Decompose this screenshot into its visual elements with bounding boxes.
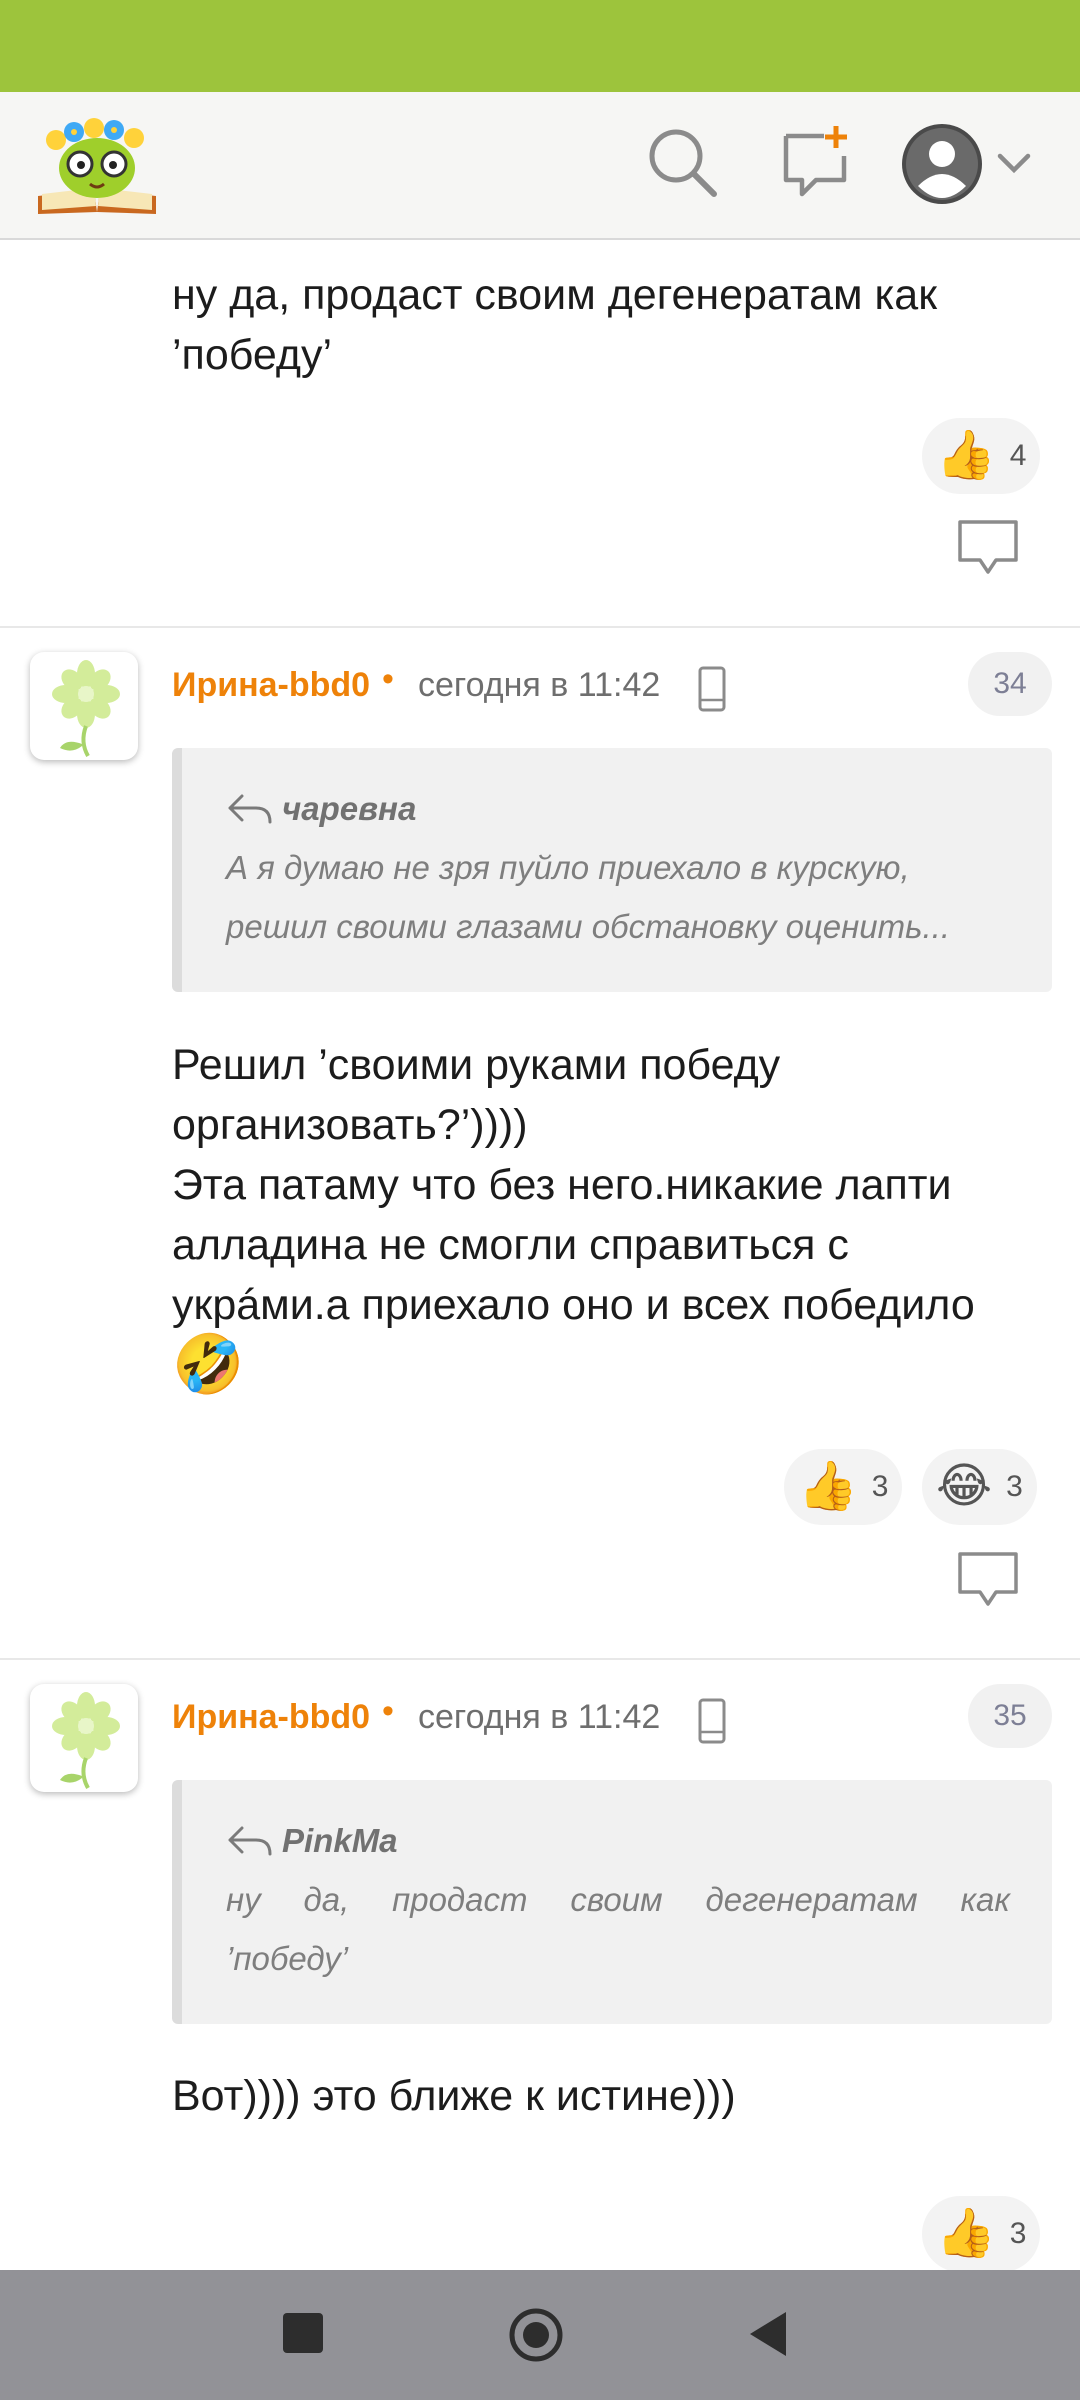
- comments-feed: ну да, продаст своим дегенератам как ’по…: [0, 240, 1080, 2270]
- reply-icon[interactable]: [956, 1550, 1020, 1610]
- post-text: ну да, продаст своим дегенератам как ’по…: [172, 271, 938, 379]
- divider: [0, 1658, 1080, 1660]
- reaction-count: 3: [871, 1470, 889, 1503]
- comment-author[interactable]: Ирина-bbd0: [172, 666, 370, 705]
- compose-message-icon[interactable]: [776, 122, 856, 202]
- mobile-phone-icon: [698, 666, 726, 712]
- thumbs-up-icon: 👍: [936, 429, 996, 482]
- comment-text: Вот)))) это ближе к истине))): [172, 2072, 736, 2120]
- quote-text: А я думаю не зря пуйло приехало в курску…: [226, 849, 951, 945]
- quote-author: PinkMa: [282, 1822, 398, 1859]
- rofl-emoji: 🤣: [172, 1332, 245, 1397]
- reaction-count: 4: [1009, 439, 1027, 472]
- avatar[interactable]: [30, 1684, 138, 1792]
- reaction-like[interactable]: 👍 3: [922, 2196, 1041, 2270]
- comment-timestamp: сегодня в 11:42: [418, 666, 661, 704]
- reply-arrow-icon: [228, 794, 272, 824]
- comment-author[interactable]: Ирина-bbd0: [172, 1698, 370, 1737]
- recent-apps-icon[interactable]: [283, 2313, 323, 2353]
- tears-of-joy-icon: 😂: [936, 1460, 993, 1513]
- home-icon[interactable]: [508, 2307, 564, 2363]
- back-icon[interactable]: [746, 2310, 790, 2358]
- book-logo-icon[interactable]: [34, 110, 160, 222]
- reaction-count: 3: [1009, 2217, 1027, 2250]
- reaction-count: 3: [1006, 1470, 1023, 1503]
- status-bar: [0, 0, 1080, 92]
- divider: [0, 626, 1080, 628]
- quote-block[interactable]: PinkMa ну да, продаст своим дегенератам …: [172, 1780, 1052, 2024]
- separator-dot: •: [382, 660, 394, 698]
- reaction-laugh[interactable]: 😂 3: [922, 1449, 1037, 1525]
- comment-number: 34: [968, 652, 1052, 716]
- quote-text: ну да, продаст своим дегенератам как ’по…: [226, 1881, 1010, 1977]
- user-menu-button[interactable]: [896, 116, 1046, 212]
- reaction-like[interactable]: 👍 4: [922, 418, 1041, 494]
- thumbs-up-icon: 👍: [798, 1460, 858, 1513]
- separator-dot: •: [382, 1692, 394, 1730]
- comment-text: Решил ’своими руками победу организовать…: [172, 1041, 975, 1397]
- mobile-phone-icon: [698, 1698, 726, 1744]
- quote-block[interactable]: чаревна А я думаю не зря пуйло приехало …: [172, 748, 1052, 992]
- avatar[interactable]: [30, 652, 138, 760]
- reply-icon[interactable]: [956, 518, 1020, 578]
- comment-timestamp: сегодня в 11:42: [418, 1698, 661, 1736]
- quote-author: чаревна: [282, 790, 417, 827]
- search-icon[interactable]: [642, 122, 722, 202]
- comment-number: 35: [968, 1684, 1052, 1748]
- reaction-like[interactable]: 👍 3: [784, 1449, 903, 1525]
- chevron-down-icon: [997, 153, 1031, 174]
- thumbs-up-icon: 👍: [936, 2207, 996, 2260]
- user-avatar-icon: [902, 124, 982, 204]
- reply-arrow-icon: [228, 1826, 272, 1856]
- app-header: [0, 92, 1080, 240]
